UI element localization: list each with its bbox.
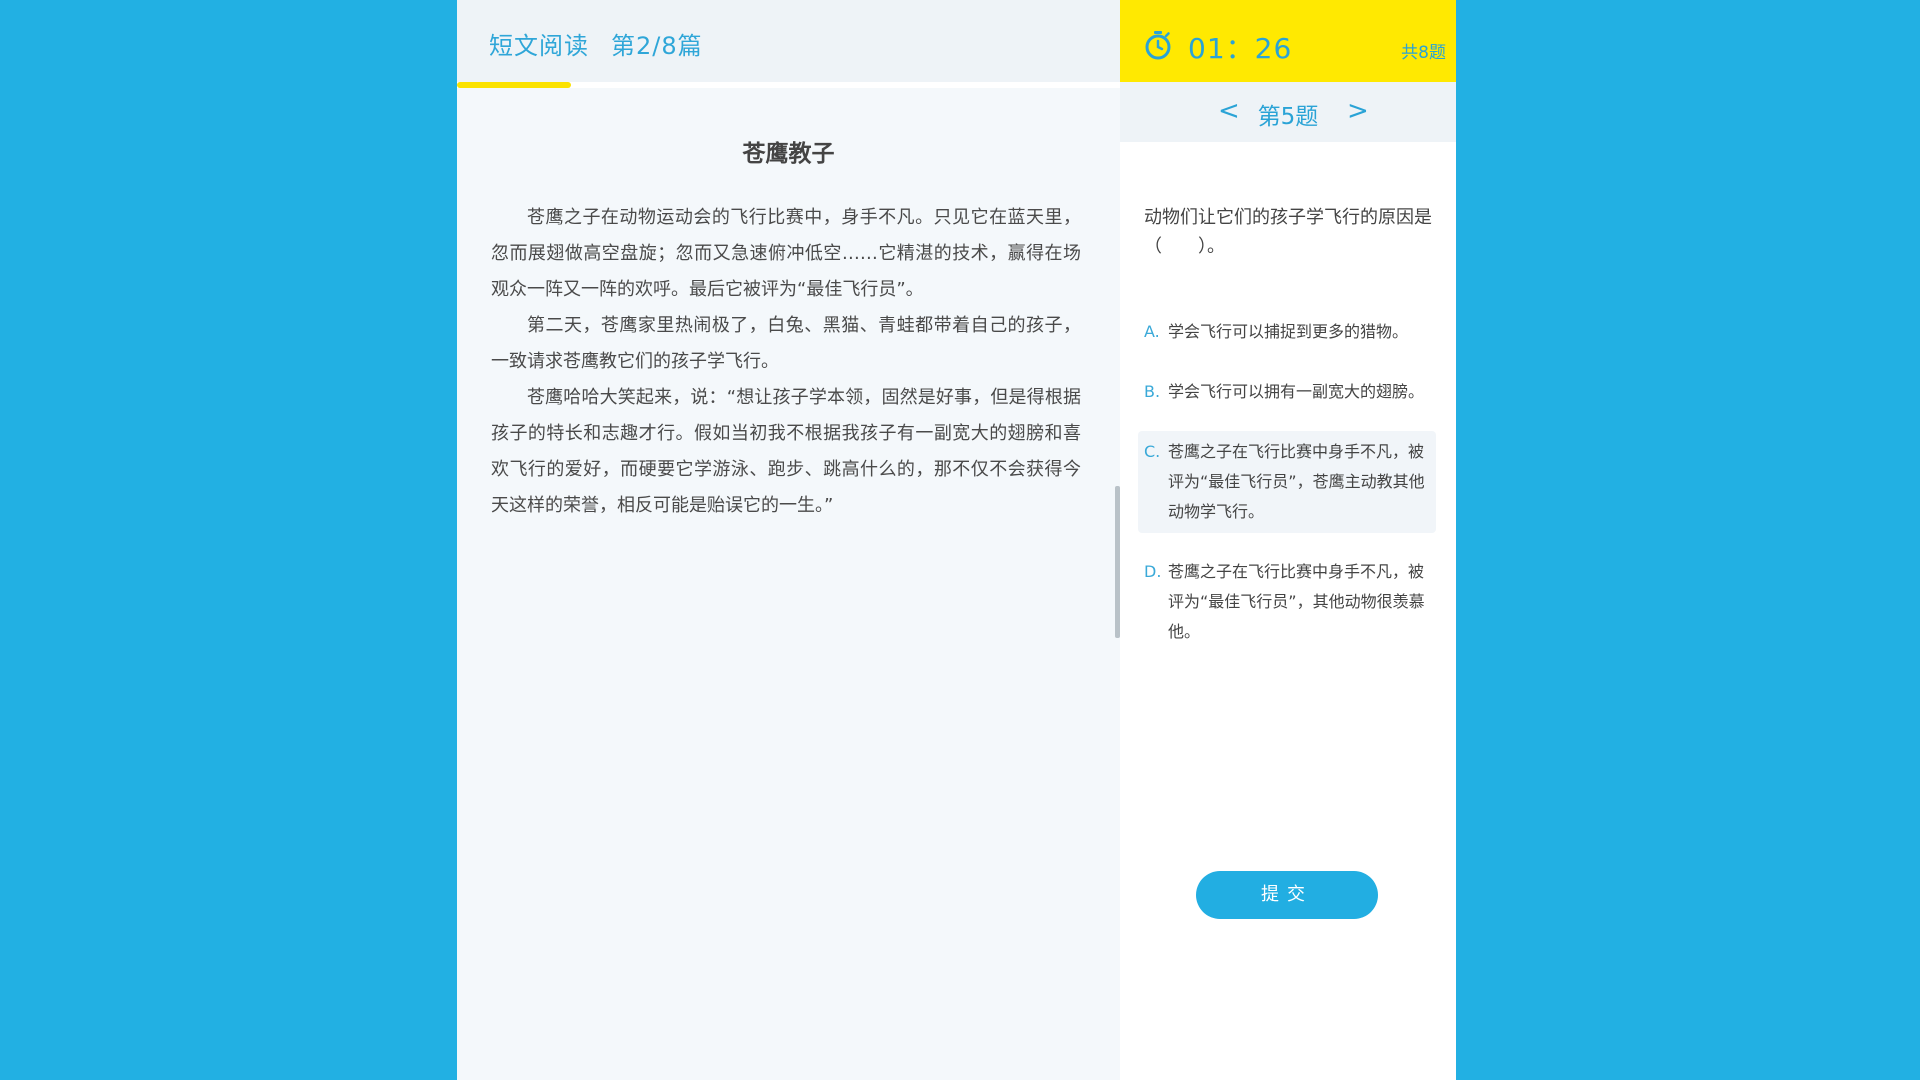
reading-header: 短文阅读 第2/8篇 bbox=[457, 0, 1120, 82]
reading-panel: 短文阅读 第2/8篇 苍鹰教子 苍鹰之子在动物运动会的飞行比赛中，身手不凡。只见它… bbox=[457, 0, 1120, 1080]
option-d[interactable]: D. 苍鹰之子在飞行比赛中身手不凡，被评为“最佳飞行员”，其他动物很羡慕他。 bbox=[1138, 551, 1436, 653]
question-text: 动物们让它们的孩子学飞行的原因是（ ）。 bbox=[1144, 207, 1432, 257]
option-letter: D. bbox=[1144, 562, 1162, 581]
article-paragraph: 苍鹰之子在动物运动会的飞行比赛中，身手不凡。只见它在蓝天里，忽而展翅做高空盘旋；… bbox=[491, 207, 1081, 300]
submit-button[interactable]: 提交 bbox=[1196, 871, 1378, 919]
question-panel: 01：26 共8题 < 第5题 > 动物们让它们的孩子学飞行的原因是（ ）。 A… bbox=[1120, 0, 1456, 1080]
question-number: 第5题 bbox=[1257, 104, 1319, 130]
option-a[interactable]: A. 学会飞行可以捕捉到更多的猎物。 bbox=[1138, 311, 1436, 353]
timer-bar: 01：26 共8题 bbox=[1120, 0, 1456, 82]
section-title: 短文阅读 bbox=[489, 32, 589, 60]
total-questions: 共8题 bbox=[1401, 43, 1446, 63]
next-question-button[interactable]: > bbox=[1347, 96, 1369, 126]
article-index: 第2/8篇 bbox=[611, 32, 703, 60]
option-text: 学会飞行可以拥有一副宽大的翅膀。 bbox=[1168, 382, 1425, 401]
header-title: 短文阅读 第2/8篇 bbox=[489, 26, 703, 61]
option-c[interactable]: C. 苍鹰之子在飞行比赛中身手不凡，被评为“最佳飞行员”，苍鹰主动教其他动物学飞… bbox=[1138, 431, 1436, 533]
timer-countdown: 01：26 bbox=[1188, 32, 1293, 65]
reading-progress-track bbox=[457, 82, 1120, 88]
option-text: 苍鹰之子在飞行比赛中身手不凡，被评为“最佳飞行员”，其他动物很羡慕他。 bbox=[1168, 562, 1425, 641]
option-letter: B. bbox=[1144, 382, 1161, 401]
option-letter: A. bbox=[1144, 322, 1160, 341]
article-paragraph: 第二天，苍鹰家里热闹极了，白兔、黑猫、青蛙都带着自己的孩子，一致请求苍鹰教它们的… bbox=[491, 315, 1081, 372]
option-b[interactable]: B. 学会飞行可以拥有一副宽大的翅膀。 bbox=[1138, 371, 1436, 413]
option-text: 苍鹰之子在飞行比赛中身手不凡，被评为“最佳飞行员”，苍鹰主动教其他动物学飞行。 bbox=[1168, 442, 1425, 521]
article-body: 苍鹰之子在动物运动会的飞行比赛中，身手不凡。只见它在蓝天里，忽而展翅做高空盘旋；… bbox=[491, 200, 1081, 524]
answer-options: A. 学会飞行可以捕捉到更多的猎物。 B. 学会飞行可以拥有一副宽大的翅膀。 C… bbox=[1138, 311, 1436, 671]
option-text: 学会飞行可以捕捉到更多的猎物。 bbox=[1168, 322, 1409, 341]
option-letter: C. bbox=[1144, 442, 1161, 461]
article-title: 苍鹰教子 bbox=[742, 141, 835, 167]
article-paragraph: 苍鹰哈哈大笑起来，说：“想让孩子学本领，固然是好事，但是得根据孩子的特长和志趣才… bbox=[491, 387, 1081, 516]
question-nav: < 第5题 > bbox=[1120, 82, 1456, 142]
quiz-app: 短文阅读 第2/8篇 苍鹰教子 苍鹰之子在动物运动会的飞行比赛中，身手不凡。只见它… bbox=[457, 0, 1456, 1080]
reading-progress-fill bbox=[457, 82, 572, 88]
stopwatch-icon bbox=[1144, 30, 1172, 60]
